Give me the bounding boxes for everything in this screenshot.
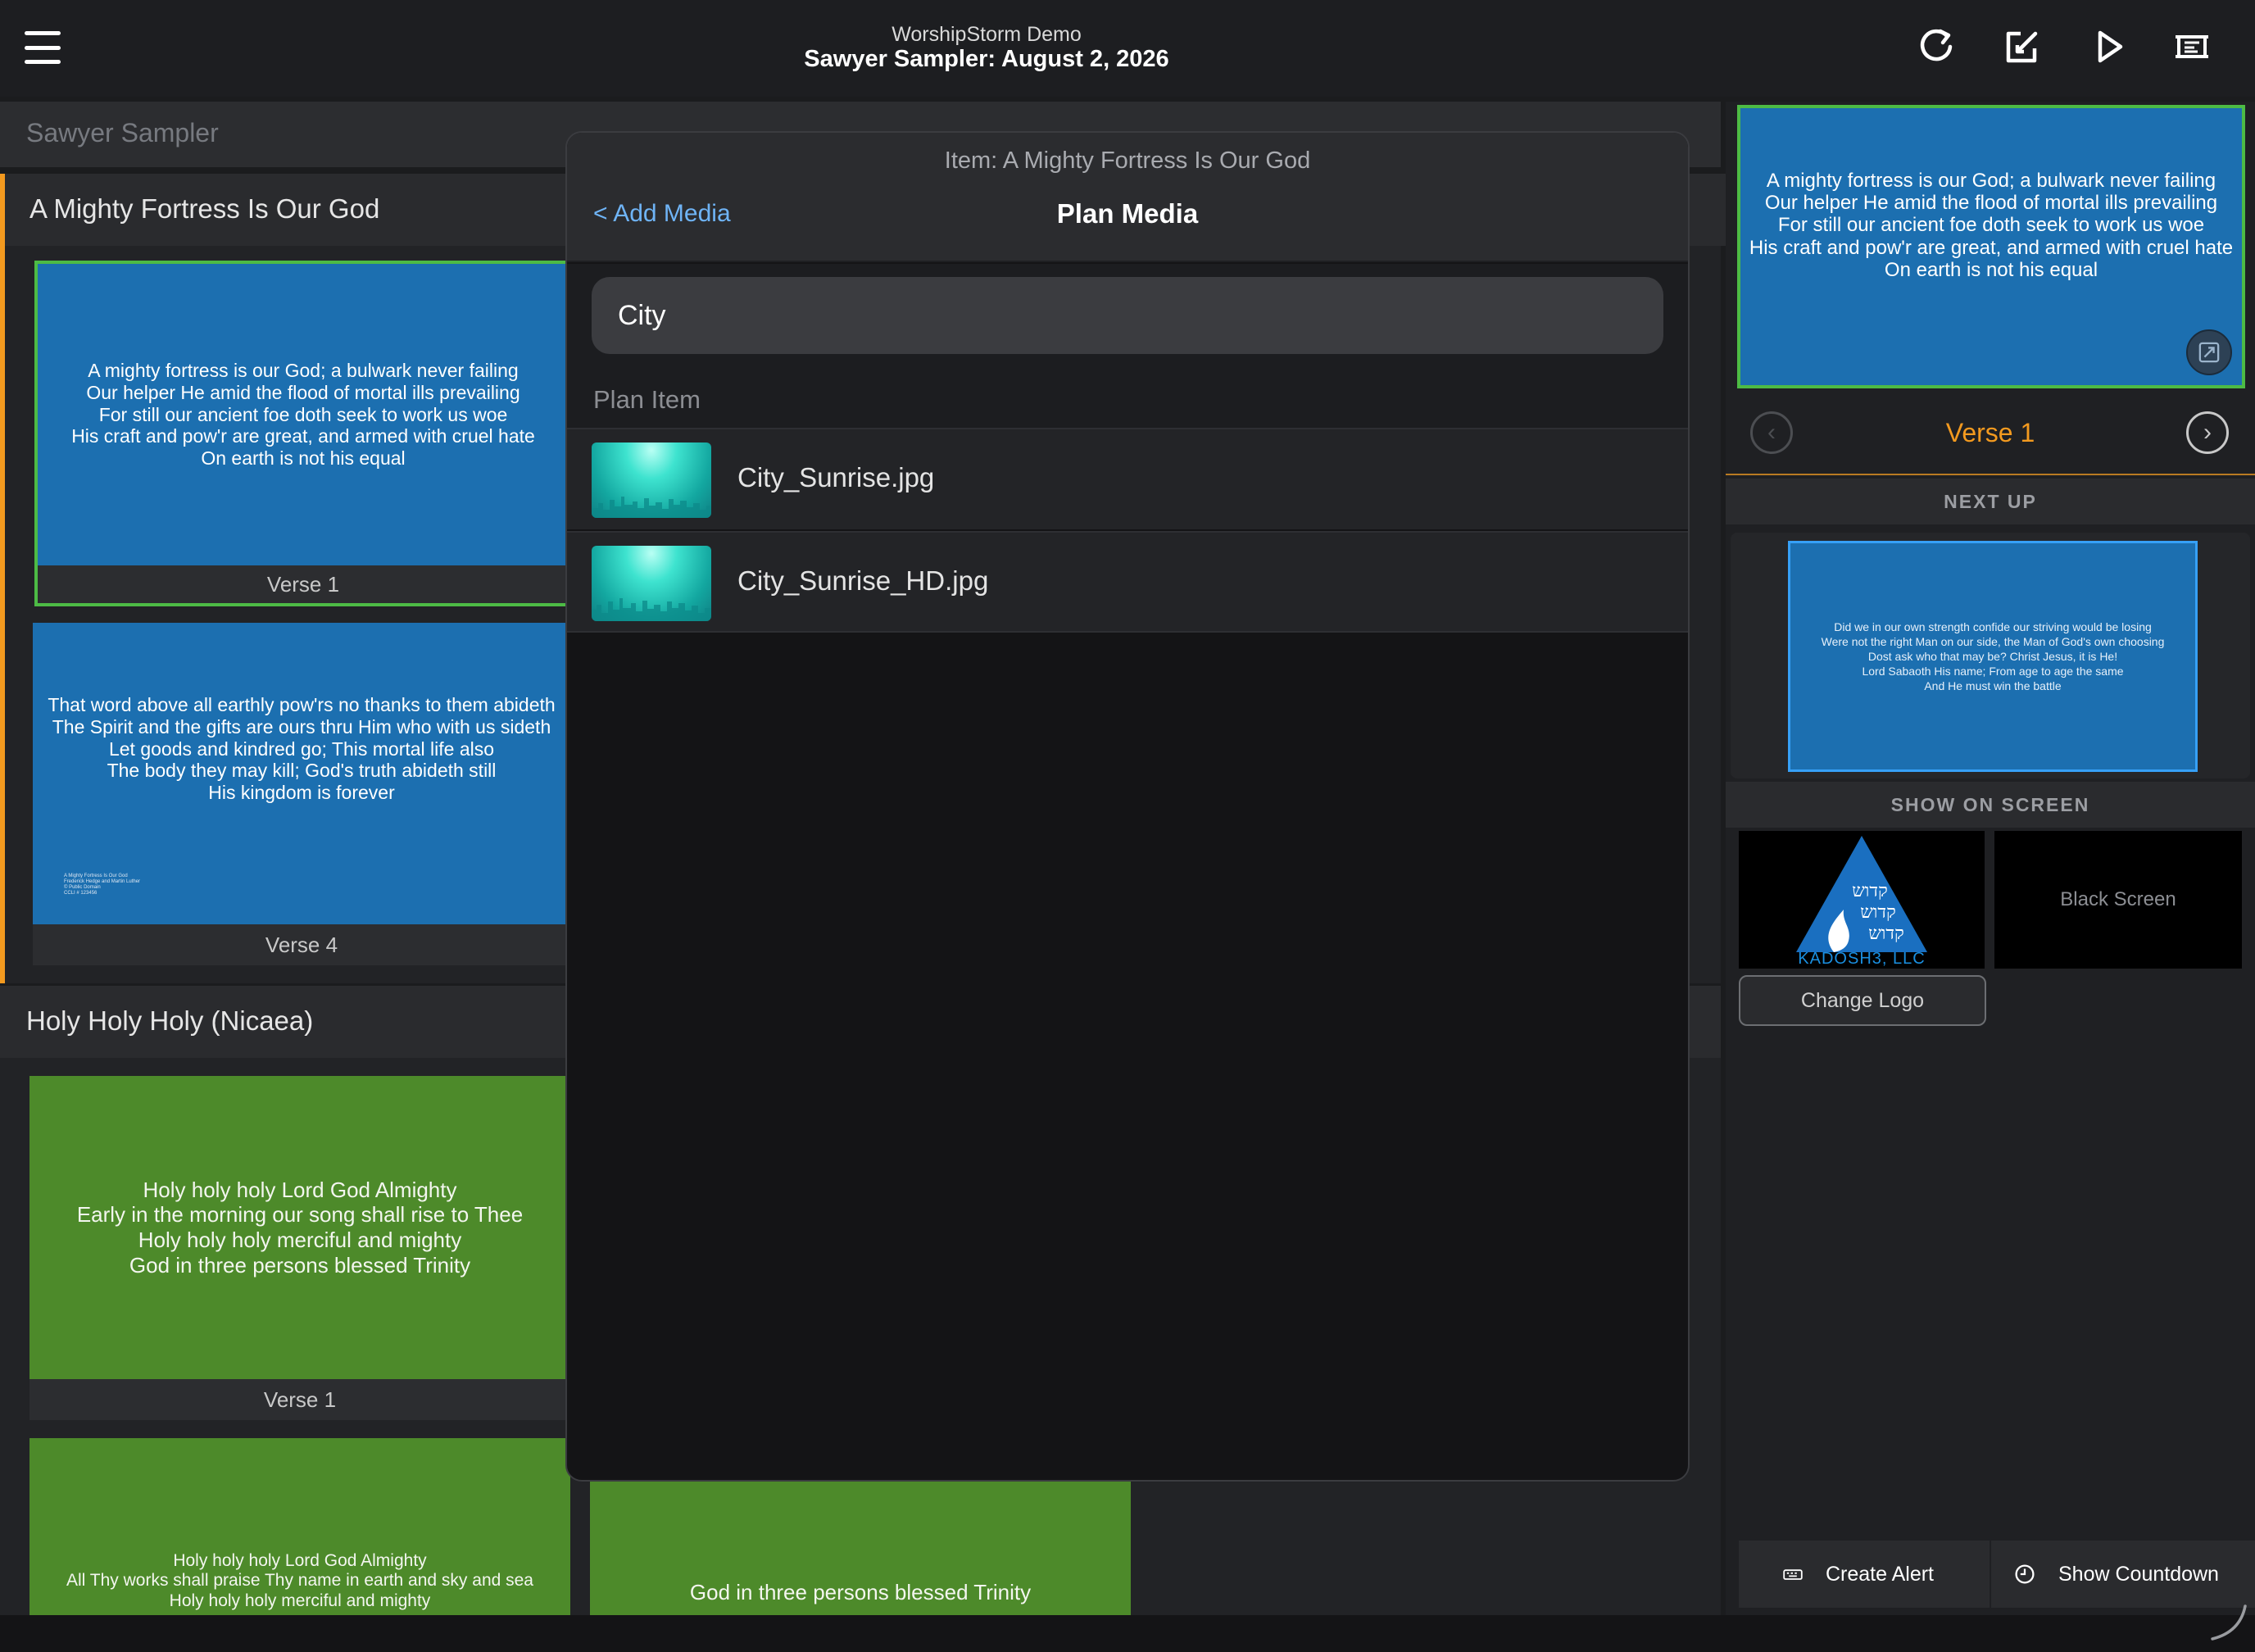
play-icon[interactable] <box>2086 25 2130 69</box>
alert-keyboard-icon <box>1783 1569 1803 1580</box>
live-slide-preview[interactable]: A mighty fortress is our God; a bulwark … <box>1737 105 2245 388</box>
refresh-icon[interactable] <box>1914 25 1958 69</box>
svg-text:קדוש: קדוש <box>1868 924 1904 944</box>
modal-header: Item: A Mighty Fortress Is Our God Plan … <box>567 133 1688 262</box>
slide-lyrics: God in three persons blessed Trinity <box>689 1580 1032 1605</box>
svg-text:KADOSH3, LLC: KADOSH3, LLC <box>1798 950 1925 968</box>
plan-title: Sawyer Sampler: August 2, 2026 <box>804 46 1169 72</box>
slide-lyrics: A mighty fortress is our God; a bulwark … <box>71 359 535 470</box>
svg-text:קדוש: קדוש <box>1860 902 1896 923</box>
media-thumbnail <box>592 546 711 621</box>
change-logo-button[interactable]: Change Logo <box>1739 975 1986 1026</box>
next-slide-icon[interactable]: › <box>2186 411 2229 454</box>
show-on-screen-heading: SHOW ON SCREEN <box>1726 782 2255 828</box>
edit-icon[interactable] <box>1999 25 2044 69</box>
show-countdown-button[interactable]: Show Countdown <box>1991 1541 2255 1608</box>
slide-navigation: ‹ Verse 1 › <box>1726 393 2255 475</box>
slide-label: Verse 1 <box>29 1379 570 1420</box>
group-header: Plan Item <box>567 370 1688 428</box>
kadosh3-logo: קדוש קדוש קדוש KADOSH3, LLC <box>1796 836 1927 968</box>
bottom-strip <box>0 1615 2255 1652</box>
slide-thumbnail[interactable]: A mighty fortress is our God; a bulwark … <box>34 261 572 569</box>
show-logo-tile[interactable]: קדוש קדוש קדוש KADOSH3, LLC <box>1739 831 1985 969</box>
slide-label: Verse 4 <box>33 924 570 965</box>
create-alert-label: Create Alert <box>1826 1562 1935 1586</box>
media-thumbnail <box>592 442 711 518</box>
next-up-panel: Did we in our own strength confide our s… <box>1731 533 2250 778</box>
resize-handle-icon[interactable] <box>2204 1600 2247 1642</box>
countdown-clock-icon <box>2015 1564 2035 1584</box>
slide-copyright: A Mighty Fortress Is Our God Frederick H… <box>64 874 141 896</box>
slide-thumbnail[interactable]: God in three persons blessed Trinity <box>590 1477 1131 1615</box>
expand-icon[interactable] <box>2186 329 2232 375</box>
next-slide-preview[interactable]: Did we in our own strength confide our s… <box>1788 541 2198 772</box>
media-file-name: City_Sunrise.jpg <box>737 462 935 492</box>
plan-item-title: A Mighty Fortress Is Our God <box>29 193 380 224</box>
media-list-item[interactable]: City_Sunrise_HD.jpg <box>567 531 1688 633</box>
plan-media-modal: Item: A Mighty Fortress Is Our God Plan … <box>565 131 1690 1482</box>
slide-lyrics: That word above all earthly pow'rs no th… <box>48 693 556 804</box>
app-name: WorshipStorm Demo <box>892 23 1082 46</box>
slide-thumbnail[interactable]: Holy holy holy Lord God Almighty All Thy… <box>29 1438 570 1615</box>
live-slide-lyrics: A mighty fortress is our God; a bulwark … <box>1749 170 2234 281</box>
show-countdown-label: Show Countdown <box>2058 1562 2219 1586</box>
slide-lyrics: Holy holy holy Lord God Almighty Early i… <box>76 1177 524 1278</box>
slide-thumbnail[interactable]: That word above all earthly pow'rs no th… <box>33 623 570 924</box>
slide-lyrics: Holy holy holy Lord God Almighty All Thy… <box>66 1550 533 1611</box>
svg-text:קדוש: קדוש <box>1852 881 1888 901</box>
create-alert-button[interactable]: Create Alert <box>1739 1541 1990 1608</box>
next-slide-lyrics: Did we in our own strength confide our s… <box>1821 620 2165 693</box>
top-bar: WorshipStorm Demo Sawyer Sampler: August… <box>0 0 2255 97</box>
plan-item-title: Holy Holy Holy (Nicaea) <box>26 1005 314 1036</box>
next-up-heading: NEXT UP <box>1726 479 2255 524</box>
slide-label: Verse 1 <box>34 565 572 606</box>
modal-subtitle: Item: A Mighty Fortress Is Our God <box>944 148 1311 174</box>
media-search-input[interactable] <box>592 277 1663 354</box>
slide-thumbnail[interactable]: Holy holy holy Lord God Almighty Early i… <box>29 1076 570 1379</box>
right-panel: A mighty fortress is our God; a bulwark … <box>1726 102 2255 1615</box>
black-screen-tile[interactable]: Black Screen <box>1994 831 2242 969</box>
media-list-item[interactable]: City_Sunrise.jpg <box>567 428 1688 529</box>
modal-title: Plan Media <box>1056 198 1199 229</box>
add-media-back-button[interactable]: < Add Media <box>593 200 731 228</box>
present-screen-icon[interactable] <box>2170 25 2214 69</box>
group-label: Plan Item <box>593 385 701 414</box>
plan-name: Sawyer Sampler <box>26 118 219 148</box>
current-slide-label: Verse 1 <box>1945 418 2035 447</box>
media-file-name: City_Sunrise_HD.jpg <box>737 565 989 596</box>
